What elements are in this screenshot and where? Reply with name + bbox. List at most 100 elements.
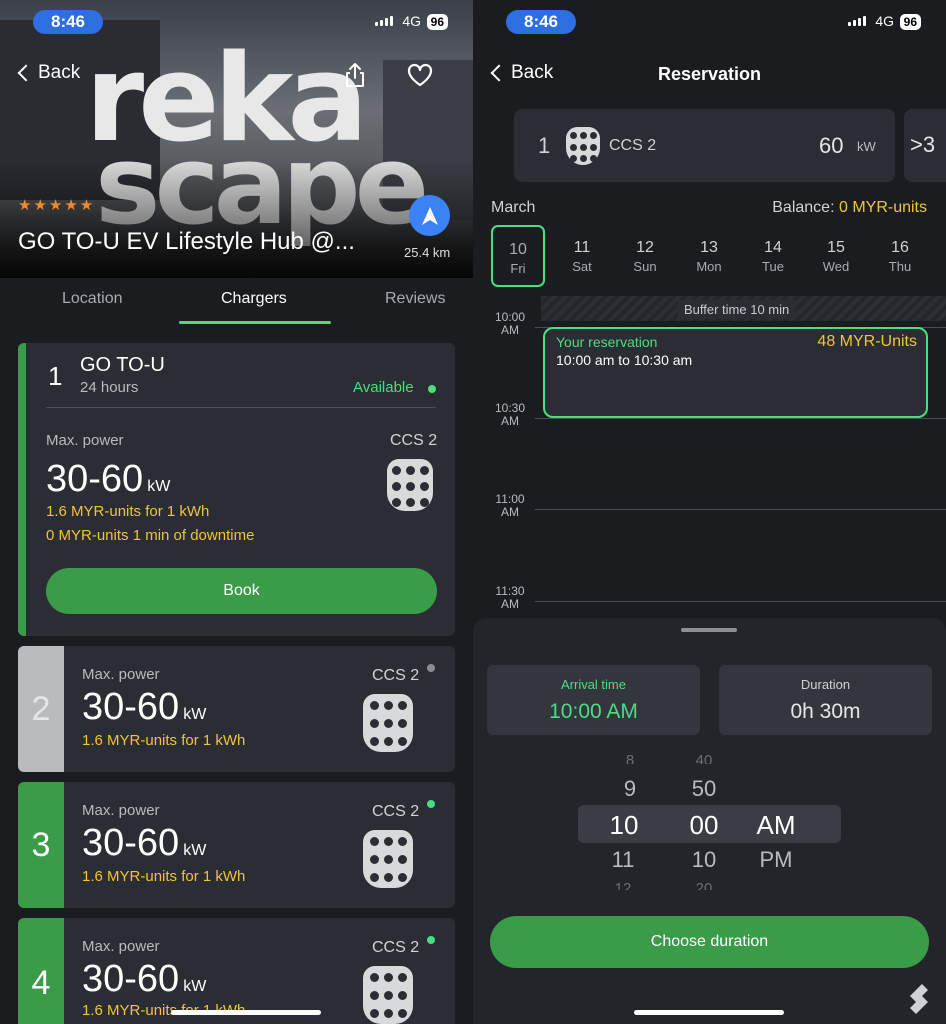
picker-minute-selected[interactable]: 00 — [674, 810, 734, 841]
reservation-block[interactable]: Your reservation 10:00 am to 10:30 am 48… — [543, 327, 928, 418]
day-weekday: Tue — [762, 259, 784, 274]
picker-hour[interactable]: 12 — [593, 880, 653, 890]
power-value: 30-60 kW — [82, 686, 206, 729]
max-power-label: Max. power — [82, 938, 160, 955]
status-dot — [427, 664, 435, 672]
arrival-label: Arrival time — [560, 677, 626, 692]
power-range: 30-60 — [82, 958, 180, 1000]
ccs2-plug-icon — [566, 127, 600, 165]
timeline-time: 10:00 AM — [493, 311, 527, 337]
home-indicator — [634, 1010, 784, 1015]
charger-number: 3 — [18, 782, 64, 908]
ccs2-plug-icon — [363, 694, 413, 752]
navigate-button[interactable] — [409, 195, 450, 236]
reservation-range: 10:00 am to 10:30 am — [556, 352, 693, 368]
charger-number: 4 — [18, 918, 64, 1024]
picker-ampm[interactable]: PM — [746, 847, 806, 873]
signal-icon — [375, 16, 393, 26]
charger-card-4[interactable]: 4 Max. power CCS 2 30-60 kW 1.6 MYR-units… — [18, 918, 455, 1024]
day-13[interactable]: 13 Mon — [682, 225, 736, 287]
selected-charger-card[interactable]: 1 CCS 2 60 kW — [514, 109, 895, 182]
arrival-time-box[interactable]: Arrival time 10:00 AM — [487, 665, 700, 735]
buffer-label: Buffer time 10 min — [678, 300, 796, 319]
ampm-text: AM — [501, 414, 519, 428]
duration-box[interactable]: Duration 0h 30m — [719, 665, 932, 735]
day-weekday: Thu — [888, 259, 912, 274]
divider — [46, 407, 436, 408]
timeline-time: 10:30 AM — [493, 402, 527, 428]
charger-card-1[interactable]: 1 GO TO-U 24 hours Available Max. power … — [18, 343, 455, 636]
tab-bar: Location Chargers Reviews — [0, 278, 473, 324]
timeline-time: 11:30 AM — [493, 585, 527, 611]
power-value: 30-60 kW — [46, 458, 170, 501]
charger-card-2[interactable]: 2 Max. power CCS 2 30-60 kW 1.6 MYR-units… — [18, 646, 455, 772]
price-per-kwh: 1.6 MYR-units for 1 kWh — [46, 503, 210, 520]
reservation-screen: 8:46 4G 96 Reservation Back 1 CCS 2 60 k… — [473, 0, 946, 1024]
ccs2-plug-icon — [363, 966, 413, 1024]
location-title: GO TO-U EV Lifestyle Hub @... — [18, 228, 355, 255]
day-12[interactable]: 12 Sun — [618, 225, 672, 287]
tab-location[interactable]: Location — [62, 290, 123, 308]
timeline-time: 11:00 AM — [493, 493, 527, 519]
day-16[interactable]: 16 Thu — [873, 225, 927, 287]
network-label: 4G — [402, 13, 421, 29]
tab-reviews[interactable]: Reviews — [385, 290, 445, 308]
charger-number: 1 — [538, 133, 551, 158]
next-charger-card[interactable]: >3 — [904, 109, 946, 182]
duration-label: Duration — [800, 677, 851, 692]
power-value: 60 — [819, 133, 844, 158]
battery-icon: 96 — [426, 14, 448, 30]
ampm-text: AM — [501, 597, 519, 611]
connector-label: CCS 2 — [609, 137, 657, 154]
balance-label: Balance: — [772, 199, 835, 216]
charger-hours: 24 hours — [80, 379, 139, 396]
downtime-price: 0 MYR-units 1 min of downtime — [46, 527, 255, 544]
connector-label: CCS 2 — [372, 939, 420, 956]
timeline-gridline — [535, 509, 946, 510]
day-weekday: Sat — [572, 259, 592, 274]
picker-hour[interactable]: 8 — [600, 752, 660, 764]
chevron-left-icon — [17, 64, 35, 82]
picker-ampm-selected[interactable]: AM — [746, 810, 806, 841]
choose-duration-button[interactable]: Choose duration — [490, 916, 929, 968]
ccs2-plug-icon — [387, 459, 433, 511]
power-range: 30-60 — [82, 686, 180, 728]
power-unit: kW — [183, 978, 207, 995]
power-value: 30-60 kW — [82, 822, 206, 865]
picker-hour[interactable]: 9 — [600, 776, 660, 802]
day-number: 14 — [764, 239, 782, 256]
picker-hour-selected[interactable]: 10 — [594, 810, 654, 841]
power-unit: kW — [857, 139, 876, 154]
signal-icon — [848, 16, 866, 26]
picker-minute[interactable]: 20 — [674, 880, 734, 890]
picker-hour[interactable]: 11 — [593, 847, 653, 873]
day-14[interactable]: 14 Tue — [746, 225, 800, 287]
timeline-gridline — [535, 418, 946, 419]
picker-minute[interactable]: 40 — [674, 752, 734, 764]
book-button[interactable]: Book — [46, 568, 437, 614]
reservation-cost: 48 MYR-Units — [817, 333, 917, 350]
picker-minute[interactable]: 10 — [674, 847, 734, 873]
chevron-left-icon — [490, 64, 508, 82]
share-icon[interactable] — [343, 62, 367, 88]
active-tab-indicator — [179, 321, 331, 324]
sheet-handle[interactable] — [681, 628, 737, 632]
heart-icon[interactable] — [407, 63, 433, 87]
bottom-sheet: Arrival time 10:00 AM Duration 0h 30m 8 … — [473, 618, 946, 1024]
timeline-gridline — [535, 601, 946, 602]
day-15[interactable]: 15 Wed — [809, 225, 863, 287]
charger-card-3[interactable]: 3 Max. power CCS 2 30-60 kW 1.6 MYR-units… — [18, 782, 455, 908]
charger-number: 2 — [18, 646, 64, 772]
day-11[interactable]: 11 Sat — [555, 225, 609, 287]
back-button[interactable]: Back — [487, 62, 553, 84]
tab-chargers[interactable]: Chargers — [221, 290, 287, 308]
next-charger-label: >3 — [910, 132, 936, 157]
power-range: 30-60 — [82, 822, 180, 864]
back-label: Back — [511, 62, 554, 83]
back-button[interactable]: Back — [14, 62, 80, 84]
rating-stars: ★★★★★ — [18, 197, 96, 214]
picker-minute[interactable]: 50 — [674, 776, 734, 802]
power-value: 30-60 kW — [82, 958, 206, 1001]
day-10[interactable]: 10 Fri — [491, 225, 545, 287]
price-per-kwh: 1.6 MYR-units for 1 kWh — [82, 732, 246, 749]
